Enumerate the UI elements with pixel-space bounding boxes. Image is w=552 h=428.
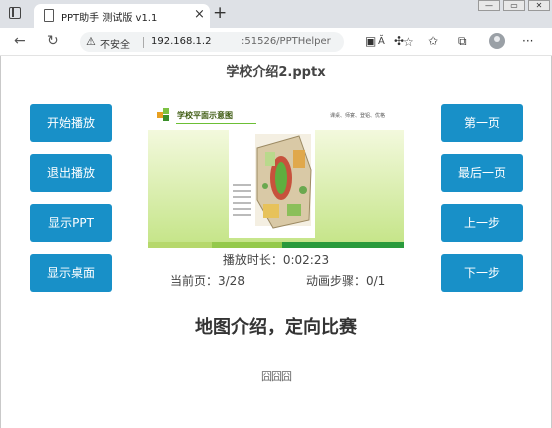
favorites-icon[interactable]: ✩: [428, 34, 438, 48]
url-path: :51526/PPTHelper: [241, 36, 331, 47]
speaker-notes: 囧囧囧: [261, 370, 292, 383]
slide-footer-bar: [212, 242, 282, 248]
collections-add-icon[interactable]: ⧉: [458, 34, 467, 48]
minimize-button[interactable]: —: [478, 0, 500, 11]
previous-step-button[interactable]: 上一步: [441, 204, 523, 242]
profile-avatar[interactable]: [489, 33, 505, 49]
back-icon[interactable]: ←: [14, 33, 26, 49]
refresh-icon[interactable]: ↻: [47, 33, 59, 49]
first-page-button[interactable]: 第一页: [441, 104, 523, 142]
url-separator: [143, 37, 144, 48]
browser-titlebar: PPT助手 测试版 v1.1 × + — ▭ ✕: [0, 0, 552, 28]
file-name: 学校介绍2.pptx: [226, 65, 326, 80]
browser-tab[interactable]: PPT助手 测试版 v1.1 ×: [34, 4, 210, 28]
campus-map-image: [229, 130, 315, 238]
show-ppt-button[interactable]: 显示PPT: [30, 204, 112, 242]
play-duration: 播放时长：0:02:23: [222, 253, 330, 267]
map-legend-line: [233, 202, 251, 204]
animation-steps: 动画步骤：0/1: [306, 274, 386, 288]
map-legend-line: [233, 196, 251, 198]
page-icon: [44, 9, 54, 22]
insecure-label: 不安全: [100, 40, 130, 51]
window-controls: — ▭ ✕: [478, 0, 552, 14]
address-toolbar: ← ↻ ⚠ 不安全 192.168.1.2 :51526/PPTHelper A…: [0, 28, 552, 56]
last-page-button[interactable]: 最后一页: [441, 154, 523, 192]
slide-underline: [176, 123, 256, 124]
slide-caption: 地图介绍，定向比赛: [195, 317, 357, 338]
tab-close-icon[interactable]: ×: [194, 7, 205, 23]
map-legend-line: [233, 184, 251, 186]
favorite-star-icon[interactable]: ☆: [403, 35, 414, 49]
read-aloud-icon[interactable]: Ă: [378, 36, 385, 47]
map-legend-line: [233, 214, 251, 216]
map-legend-line: [233, 208, 251, 210]
slide-logo-icon: [163, 108, 169, 114]
maximize-button[interactable]: ▭: [503, 0, 525, 11]
more-menu-icon[interactable]: ···: [522, 34, 533, 48]
slide-footer-bar: [148, 242, 212, 248]
new-tab-icon[interactable]: +: [213, 4, 227, 22]
close-window-button[interactable]: ✕: [528, 0, 550, 11]
url-host: 192.168.1.2: [151, 36, 212, 47]
extensions-icon[interactable]: ✣: [394, 34, 404, 48]
slide-preview: 学校平面示意图 课桌、师宴、登铝、优格: [148, 102, 404, 248]
slide-subtitle: 课桌、师宴、登铝、优格: [330, 113, 386, 119]
slide-footer-bar: [282, 242, 404, 248]
slide-title: 学校平面示意图: [177, 111, 233, 120]
current-page: 当前页：3/28: [170, 274, 245, 288]
map-legend-line: [233, 190, 251, 192]
warning-icon[interactable]: ⚠: [86, 35, 96, 48]
address-bar[interactable]: ⚠ 不安全 192.168.1.2 :51526/PPTHelper Ă ☆: [80, 32, 414, 52]
tab-actions-icon[interactable]: [9, 7, 21, 19]
slide-logo-icon: [163, 115, 169, 121]
exit-show-button[interactable]: 退出播放: [30, 154, 112, 192]
start-show-button[interactable]: 开始播放: [30, 104, 112, 142]
collections-icon[interactable]: ▣: [365, 34, 376, 48]
tab-title: PPT助手 测试版 v1.1: [61, 13, 158, 24]
